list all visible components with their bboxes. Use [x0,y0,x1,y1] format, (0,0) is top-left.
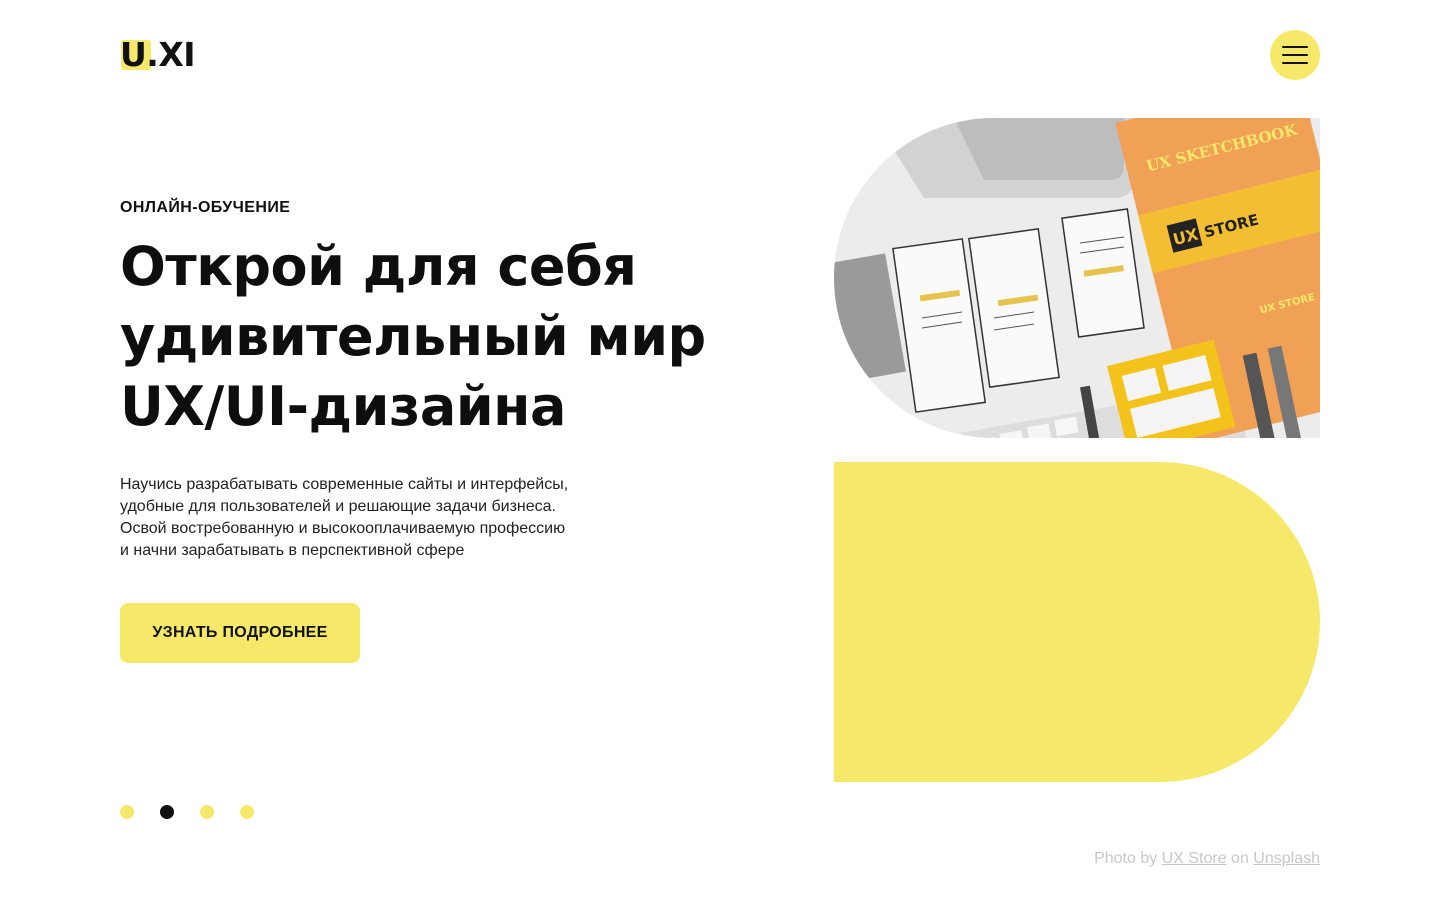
description-line: Освой востребованную и высокооплачиваему… [120,520,566,537]
hero-photo: UX SKETCHBOOK UX STORE UX STORE [834,118,1320,438]
hamburger-icon-line [1282,54,1308,56]
credit-source-link[interactable]: Unsplash [1253,850,1320,867]
learn-more-button[interactable]: УЗНАТЬ ПОДРОБНЕЕ [120,603,360,663]
slider-pagination [120,805,254,819]
pagination-dot-1[interactable] [120,805,134,819]
hero-headline: Открой для себя удивительный мир UX/UI-д… [120,232,780,442]
pagination-dot-2[interactable] [160,805,174,819]
headline-line: UX/UI-дизайна [120,375,566,438]
credit-prefix: Photo by [1094,850,1158,867]
description-line: удобные для пользователей и решающие зад… [120,498,556,515]
pagination-dot-4[interactable] [240,805,254,819]
credit-middle: on [1231,850,1249,867]
photo-credit: Photo by UX Store on Unsplash [1094,850,1320,868]
hero-description: Научись разрабатывать современные сайты … [120,474,600,562]
hamburger-icon-line [1282,46,1308,48]
headline-line: Открой для себя [120,235,637,298]
description-line: и начни зарабатывать в перспективной сфе… [120,542,465,559]
headline-line: удивительный мир [120,305,706,368]
menu-button[interactable] [1270,30,1320,80]
logo[interactable]: U.XI [120,36,196,74]
credit-author-link[interactable]: UX Store [1162,850,1227,867]
hamburger-icon-line [1282,62,1308,64]
description-line: Научись разрабатывать современные сайты … [120,476,569,493]
pagination-dot-3[interactable] [200,805,214,819]
decorative-yellow-shape [834,462,1320,782]
hero-eyebrow: ОНЛАЙН-ОБУЧЕНИЕ [120,199,291,216]
